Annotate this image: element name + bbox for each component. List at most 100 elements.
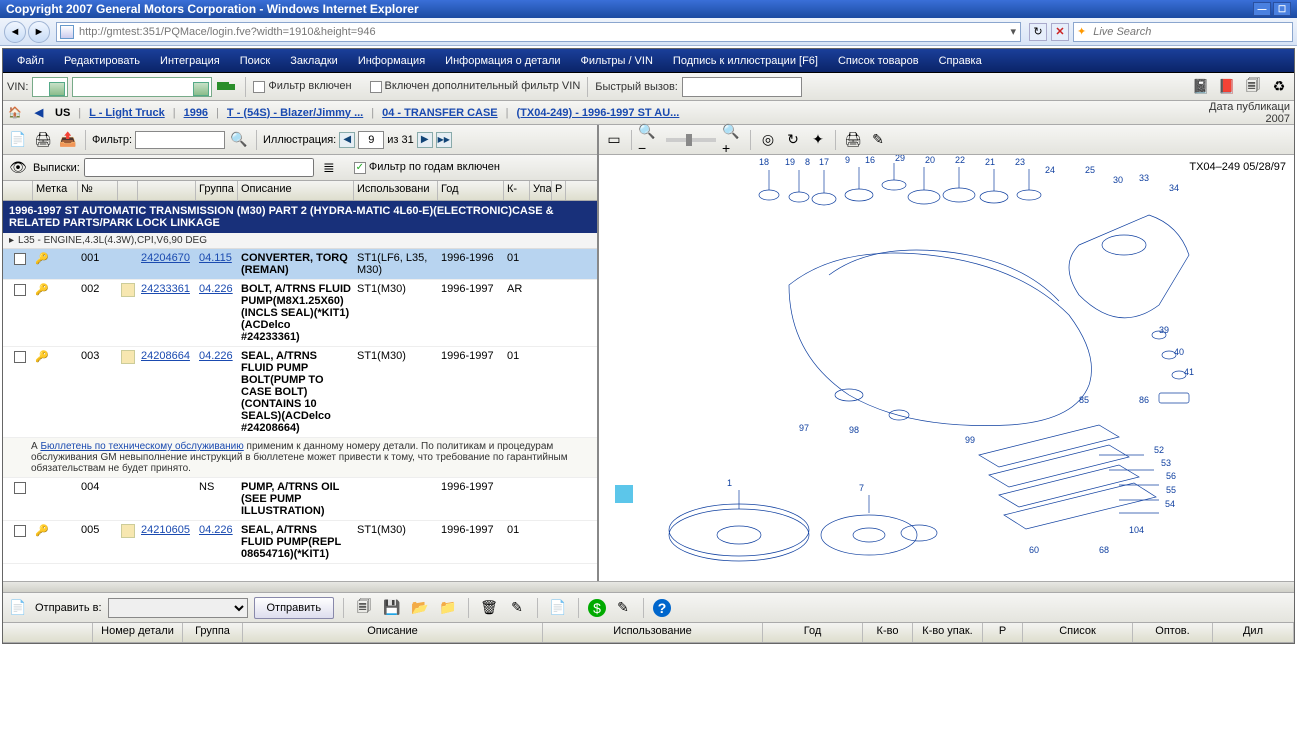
bcol-group[interactable]: Группа bbox=[183, 623, 243, 642]
col-no[interactable]: № bbox=[78, 181, 118, 200]
bc-back-button[interactable]: ◀ bbox=[31, 105, 47, 121]
copy-list-icon[interactable]: 🗐 bbox=[353, 597, 375, 619]
target-icon[interactable]: ◎ bbox=[757, 129, 779, 151]
bcol-use[interactable]: Использование bbox=[543, 623, 763, 642]
bcol-whole[interactable]: Оптов. bbox=[1133, 623, 1213, 642]
illus-prev-button[interactable]: ◀ bbox=[339, 132, 355, 148]
help-icon[interactable]: ? bbox=[653, 599, 671, 617]
list-icon[interactable]: ≣ bbox=[318, 157, 340, 179]
price-icon[interactable]: $ bbox=[588, 599, 606, 617]
menu-search[interactable]: Поиск bbox=[230, 51, 280, 71]
menu-file[interactable]: Файл bbox=[7, 51, 54, 71]
col-use[interactable]: Использовани bbox=[354, 181, 438, 200]
menu-filters[interactable]: Фильтры / VIN bbox=[571, 51, 663, 71]
menu-integration[interactable]: Интеграция bbox=[150, 51, 230, 71]
row-partnumber[interactable]: 24204670 bbox=[138, 251, 196, 265]
filter-on-checkbox[interactable]: Фильтр включен bbox=[253, 80, 351, 92]
part-row[interactable]: 🔑0032420866404.226SEAL, A/TRNS FLUID PUM… bbox=[3, 347, 597, 438]
menu-help[interactable]: Справка bbox=[929, 51, 992, 71]
notebook-icon[interactable]: 📓 bbox=[1190, 76, 1212, 98]
bc-link-0[interactable]: L - Light Truck bbox=[89, 107, 165, 119]
bcol-r[interactable]: Р bbox=[983, 623, 1023, 642]
row-group[interactable]: 04.226 bbox=[196, 282, 238, 296]
row-checkbox[interactable] bbox=[14, 351, 26, 363]
edit-list-icon[interactable]: ✎ bbox=[506, 597, 528, 619]
bc-link-1[interactable]: 1996 bbox=[184, 107, 208, 119]
row-group[interactable]: 04.226 bbox=[196, 523, 238, 537]
truck-icon[interactable] bbox=[216, 76, 238, 98]
vin-extra-filter-checkbox[interactable]: Включен дополнительный фильтр VIN bbox=[370, 80, 581, 92]
part-row[interactable]: 🔑0022423336104.226BOLT, A/TRNS FLUID PUM… bbox=[3, 280, 597, 347]
url-input[interactable] bbox=[77, 26, 1006, 38]
part-row[interactable]: 004NSPUMP, A/TRNS OIL (SEE PUMP ILLUSTRA… bbox=[3, 478, 597, 521]
newpage-icon[interactable]: 📄 bbox=[7, 129, 29, 151]
new-list-icon[interactable]: 📄 bbox=[7, 597, 29, 619]
rotate-icon[interactable]: ↻ bbox=[782, 129, 804, 151]
menu-bookmarks[interactable]: Закладки bbox=[280, 51, 348, 71]
edit-price-icon[interactable]: ✎ bbox=[612, 597, 634, 619]
illus-next-button[interactable]: ▶ bbox=[417, 132, 433, 148]
eye-icon[interactable]: 👁 bbox=[7, 157, 29, 179]
dropdown-icon[interactable]: ▾ bbox=[1006, 25, 1020, 38]
bc-link-2[interactable]: T - (54S) - Blazer/Jimmy ... bbox=[227, 107, 363, 119]
row-group[interactable]: 04.226 bbox=[196, 349, 238, 363]
stop-button[interactable]: ✕ bbox=[1051, 23, 1069, 41]
row-group[interactable]: 04.115 bbox=[196, 251, 238, 265]
menu-info[interactable]: Информация bbox=[348, 51, 435, 71]
zoom-in-icon[interactable]: 🔍+ bbox=[722, 129, 744, 151]
search-input[interactable] bbox=[1089, 26, 1292, 38]
bcol-list[interactable]: Список bbox=[1023, 623, 1133, 642]
recycle-icon[interactable]: ♻ bbox=[1268, 76, 1290, 98]
nav-forward-button[interactable]: ► bbox=[28, 21, 50, 43]
print-icon[interactable]: 🖨 bbox=[32, 129, 54, 151]
copy-icon[interactable]: 🗐 bbox=[1242, 76, 1264, 98]
open-folder-icon[interactable]: 📂 bbox=[409, 597, 431, 619]
locate-icon[interactable]: ✦ bbox=[807, 129, 829, 151]
vin-prefix-dropdown[interactable] bbox=[32, 77, 68, 97]
vin-dropdown[interactable] bbox=[72, 77, 212, 97]
illus-current-input[interactable] bbox=[358, 131, 384, 149]
col-group[interactable]: Группа bbox=[196, 181, 238, 200]
horizontal-scrollbar[interactable] bbox=[3, 581, 1294, 593]
search-box[interactable]: ✦ bbox=[1073, 22, 1293, 42]
filter-search-icon[interactable]: 🔍 bbox=[228, 129, 250, 151]
bcol-dealer[interactable]: Дил bbox=[1213, 623, 1294, 642]
quick-call-input[interactable] bbox=[682, 77, 802, 97]
note-icon[interactable] bbox=[121, 283, 135, 297]
note-icon[interactable]: 📄 bbox=[547, 597, 569, 619]
row-partnumber[interactable]: 24210605 bbox=[138, 523, 196, 537]
refresh-button[interactable]: ↻ bbox=[1029, 23, 1047, 41]
bulletin-link[interactable]: Бюллетень по техническому обслуживанию bbox=[40, 441, 243, 452]
year-filter-checkbox[interactable]: Фильтр по годам включен bbox=[354, 161, 500, 173]
fit-page-icon[interactable]: ▭ bbox=[603, 129, 625, 151]
note-icon[interactable] bbox=[121, 350, 135, 364]
part-row[interactable]: 🔑0052421060504.226SEAL, A/TRNS FLUID PUM… bbox=[3, 521, 597, 564]
home-icon[interactable]: 🏠 bbox=[7, 105, 23, 121]
row-checkbox[interactable] bbox=[14, 482, 26, 494]
col-year[interactable]: Год bbox=[438, 181, 504, 200]
send-target-select[interactable] bbox=[108, 598, 248, 618]
send-button[interactable]: Отправить bbox=[254, 597, 335, 619]
menu-caption[interactable]: Подпись к иллюстрации [F6] bbox=[663, 51, 828, 71]
menu-edit[interactable]: Редактировать bbox=[54, 51, 150, 71]
col-mark[interactable]: Метка bbox=[33, 181, 78, 200]
part-row[interactable]: 🔑0012420467004.115CONVERTER, TORQ (REMAN… bbox=[3, 249, 597, 280]
row-partnumber[interactable]: 24208664 bbox=[138, 349, 196, 363]
row-checkbox[interactable] bbox=[14, 525, 26, 537]
diagram-canvas[interactable]: TX04–249 05/28/97 bbox=[599, 155, 1294, 581]
close-folder-icon[interactable]: 📁 bbox=[437, 597, 459, 619]
bcol-desc[interactable]: Описание bbox=[243, 623, 543, 642]
col-r[interactable]: Р bbox=[552, 181, 566, 200]
zoom-out-icon[interactable]: 🔍− bbox=[638, 129, 660, 151]
menu-goods[interactable]: Список товаров bbox=[828, 51, 929, 71]
address-bar[interactable]: ▾ bbox=[56, 22, 1021, 42]
minimize-button[interactable]: — bbox=[1253, 2, 1271, 16]
export-icon[interactable]: 📤 bbox=[57, 129, 79, 151]
bcol-year[interactable]: Год bbox=[763, 623, 863, 642]
filter-input[interactable] bbox=[135, 131, 225, 149]
row-checkbox[interactable] bbox=[14, 284, 26, 296]
trash-icon[interactable]: 🗑 bbox=[478, 597, 500, 619]
parts-table-body[interactable]: 1996-1997 ST AUTOMATIC TRANSMISSION (M30… bbox=[3, 201, 597, 581]
nav-back-button[interactable]: ◄ bbox=[4, 21, 26, 43]
zoom-slider[interactable] bbox=[666, 138, 716, 142]
